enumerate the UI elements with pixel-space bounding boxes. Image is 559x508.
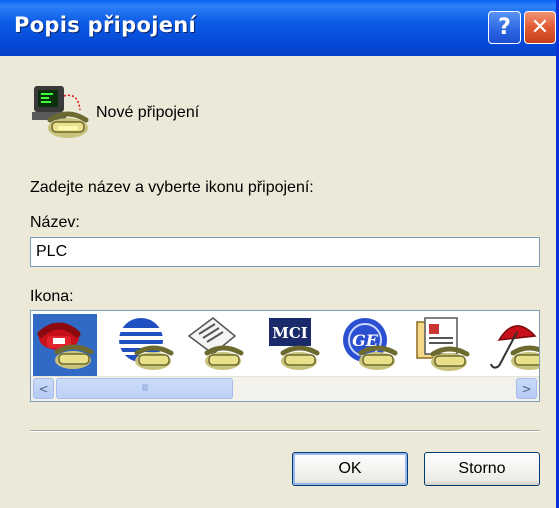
connection-description-dialog: Popis připojení ? ✕ Nové připojení Zadej… xyxy=(0,0,559,508)
close-button[interactable]: ✕ xyxy=(524,11,556,44)
umbrella-phone-icon[interactable] xyxy=(485,314,539,376)
chevron-left-icon: < xyxy=(38,381,49,396)
phone-computer-icon xyxy=(30,82,92,148)
help-button[interactable]: ? xyxy=(488,11,521,44)
mci-phone-icon[interactable]: MCI xyxy=(259,314,323,376)
close-icon: ✕ xyxy=(530,15,550,40)
icon-label: Ikona: xyxy=(30,288,74,305)
help-icon: ? xyxy=(498,15,511,40)
svg-text:MCI: MCI xyxy=(272,324,308,342)
horizontal-scrollbar[interactable]: < III > xyxy=(31,376,539,401)
scrollbar-thumb[interactable]: III xyxy=(56,378,233,399)
name-label: Název: xyxy=(30,214,80,231)
ok-button[interactable]: OK xyxy=(292,452,408,486)
newspaper-phone-icon[interactable] xyxy=(183,314,247,376)
chevron-right-icon: > xyxy=(521,381,532,396)
scroll-left-button[interactable]: < xyxy=(33,378,54,399)
separator xyxy=(30,430,540,432)
scroll-right-button[interactable]: > xyxy=(516,378,537,399)
documents-phone-icon[interactable] xyxy=(409,314,473,376)
window-title: Popis připojení xyxy=(14,13,196,37)
name-field[interactable] xyxy=(30,237,540,267)
grip-icon: III xyxy=(141,383,149,394)
instruction-text: Zadejte název a vyberte ikonu připojení: xyxy=(30,179,314,196)
globe-phone-icon[interactable] xyxy=(113,314,177,376)
red-phone-icon[interactable] xyxy=(33,314,97,376)
connection-name: Nové připojení xyxy=(96,104,200,121)
title-bar[interactable]: Popis připojení ? ✕ xyxy=(0,0,556,56)
cancel-button[interactable]: Storno xyxy=(424,452,540,486)
icon-list[interactable]: MCI GE < III > xyxy=(30,310,540,402)
ge-phone-icon[interactable]: GE xyxy=(337,314,401,376)
